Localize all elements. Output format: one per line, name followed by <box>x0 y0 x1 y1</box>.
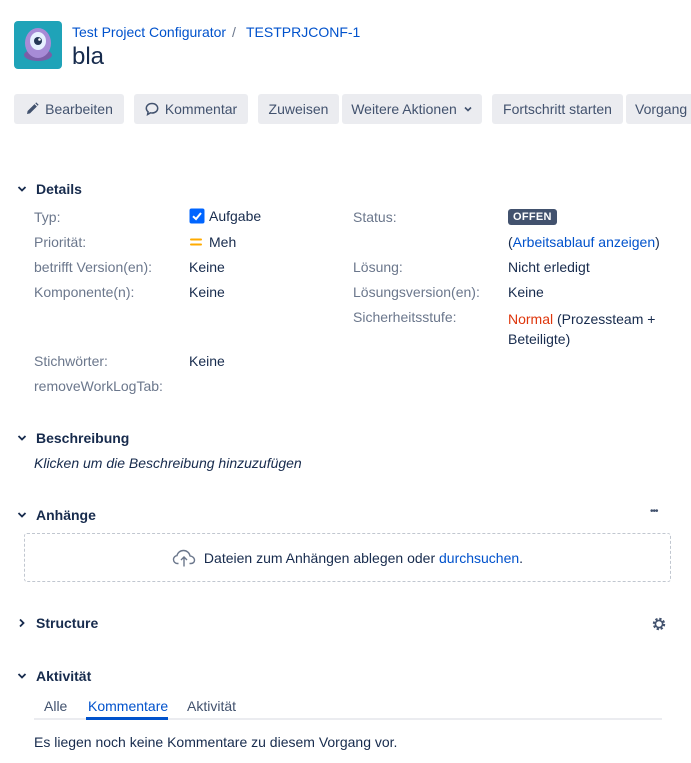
assign-button-label: Zuweisen <box>268 101 329 117</box>
removeworklogtab-label: removeWorkLogTab: <box>34 378 163 394</box>
type-value[interactable]: Aufgabe <box>189 208 261 224</box>
chevron-down-icon <box>464 106 472 112</box>
details-heading: Details <box>36 181 82 197</box>
labels-label: Stichwörter: <box>34 353 108 369</box>
security-level-name: Normal <box>508 311 554 327</box>
chevron-down-icon <box>17 186 27 192</box>
start-progress-button[interactable]: Fortschritt starten <box>492 94 623 124</box>
cloud-upload-icon <box>172 549 196 566</box>
components-label: Komponente(n): <box>34 284 135 300</box>
attachments-more-icon[interactable]: ••• <box>650 506 658 517</box>
more-actions-button[interactable]: Weitere Aktionen <box>342 94 482 124</box>
breadcrumb-separator: / <box>232 24 236 40</box>
security-level-label: Sicherheitsstufe: <box>353 309 457 325</box>
comment-button[interactable]: Kommentar <box>134 94 248 124</box>
view-workflow-link[interactable]: Arbeitsablauf anzeigen <box>513 234 655 250</box>
breadcrumb-issue-key[interactable]: TESTPRJCONF-1 <box>246 24 360 40</box>
comment-button-label: Kommentar <box>164 101 238 117</box>
chevron-down-icon <box>17 512 27 518</box>
resolution-label: Lösung: <box>353 259 403 275</box>
activity-heading: Aktivität <box>36 668 92 684</box>
edit-button-label: Bearbeiten <box>45 101 113 117</box>
chevron-down-icon <box>17 673 27 679</box>
priority-value-text: Meh <box>209 234 237 250</box>
priority-value[interactable]: Meh <box>189 234 236 250</box>
project-avatar[interactable] <box>14 21 62 69</box>
workflow-button-label: Vorgang <box>635 101 688 117</box>
security-level-detail-2: Beteiligte) <box>508 331 571 347</box>
attachments-heading: Anhänge <box>36 507 96 523</box>
affects-version-label: betrifft Version(en): <box>34 259 153 275</box>
attachment-dropzone[interactable]: Dateien zum Anhängen ablegen oder durchs… <box>24 533 671 582</box>
breadcrumb-project[interactable]: Test Project Configurator <box>72 24 226 40</box>
browse-link[interactable]: durchsuchen <box>439 550 519 566</box>
attachments-toggle[interactable]: Anhänge <box>16 507 96 523</box>
start-progress-label: Fortschritt starten <box>503 101 612 117</box>
dropzone-text: Dateien zum Anhängen ablegen oder durchs… <box>204 550 523 566</box>
tab-comments[interactable]: Kommentare <box>88 698 168 714</box>
workflow-button[interactable]: Vorgang <box>626 94 691 124</box>
fix-version-label: Lösungsversion(en): <box>353 284 480 300</box>
pencil-icon <box>27 102 39 114</box>
tab-all[interactable]: Alle <box>44 698 67 714</box>
affects-version-value[interactable]: Keine <box>189 259 225 275</box>
structure-toggle[interactable]: Structure <box>16 615 98 631</box>
active-tab-indicator <box>86 717 168 720</box>
workflow-view: (Arbeitsablauf anzeigen) <box>508 234 660 250</box>
structure-heading: Structure <box>36 615 99 631</box>
status-label: Status: <box>353 209 397 225</box>
status-badge: OFFEN <box>508 209 557 225</box>
resolution-value: Nicht erledigt <box>508 259 590 275</box>
description-heading: Beschreibung <box>36 430 130 446</box>
assign-button[interactable]: Zuweisen <box>258 94 339 124</box>
edit-button[interactable]: Bearbeiten <box>14 94 124 124</box>
workflow-paren-close: ) <box>655 234 660 250</box>
components-value[interactable]: Keine <box>189 284 225 300</box>
more-actions-label: Weitere Aktionen <box>351 101 457 117</box>
project-avatar-icon <box>24 28 52 61</box>
comment-icon <box>145 102 159 116</box>
labels-value[interactable]: Keine <box>189 353 225 369</box>
task-type-icon <box>189 208 205 224</box>
type-value-text: Aufgabe <box>209 208 262 224</box>
description-placeholder[interactable]: Klicken um die Beschreibung hinzuzufügen <box>34 455 302 471</box>
issue-title[interactable]: bla <box>72 43 104 71</box>
tab-activity[interactable]: Aktivität <box>187 698 236 714</box>
fix-version-value[interactable]: Keine <box>508 284 544 300</box>
description-toggle[interactable]: Beschreibung <box>16 430 129 446</box>
no-comments-message: Es liegen noch keine Kommentare zu diese… <box>34 734 398 750</box>
dropzone-label: Dateien zum Anhängen ablegen oder <box>203 549 436 566</box>
details-toggle[interactable]: Details <box>16 181 82 197</box>
activity-toggle[interactable]: Aktivität <box>16 668 91 684</box>
gear-icon[interactable] <box>651 616 667 632</box>
dropzone-period: . <box>519 549 524 566</box>
priority-label: Priorität: <box>34 234 87 250</box>
chevron-down-icon <box>17 435 27 441</box>
security-level-detail-1: (Prozessteam + <box>553 311 656 327</box>
priority-medium-icon <box>190 238 202 246</box>
chevron-right-icon <box>19 618 25 628</box>
security-level-value[interactable]: Normal (Prozessteam + Beteiligte) <box>508 309 688 349</box>
type-label: Typ: <box>34 209 61 225</box>
